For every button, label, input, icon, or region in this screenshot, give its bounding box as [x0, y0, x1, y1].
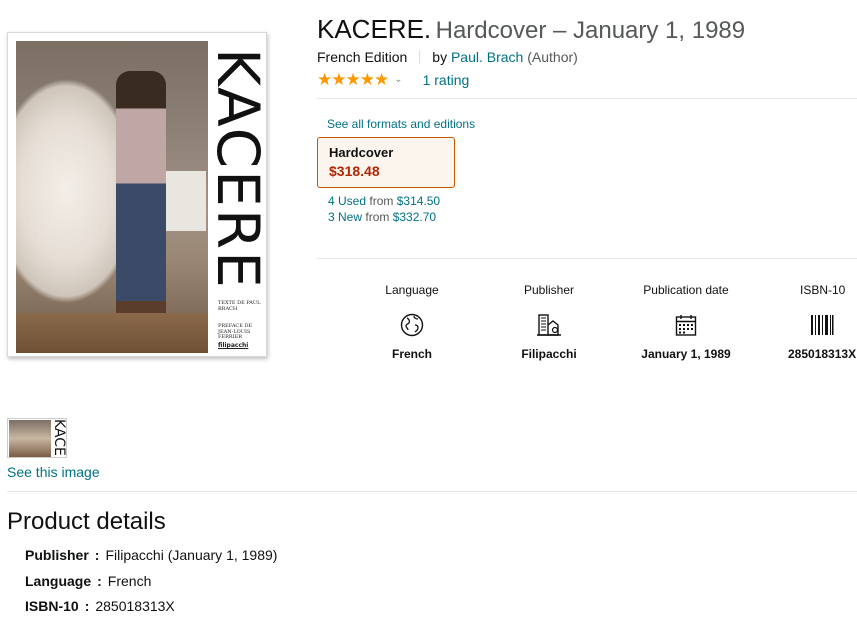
detail-value: French	[107, 572, 152, 589]
see-all-formats-link[interactable]: See all formats and editions	[327, 117, 475, 131]
new-price-link[interactable]: $332.70	[393, 210, 436, 224]
divider	[419, 50, 421, 64]
format-name: Hardcover	[329, 145, 394, 160]
detail-key: ISBN-10	[25, 598, 79, 614]
new-offers-link[interactable]: 3 New	[328, 210, 362, 224]
detail-value: Filipacchi (January 1, 1989)	[105, 547, 278, 563]
edition-label: French Edition	[317, 49, 408, 65]
used-offers-link[interactable]: 4 Used	[328, 194, 366, 208]
new-from-label: from	[365, 210, 390, 224]
detail-row: Publisher: Filipacchi (January 1, 1989)	[25, 547, 278, 563]
used-price-link[interactable]: $314.50	[397, 194, 440, 208]
cover-publisher-logo: filipacchi	[218, 342, 249, 349]
author-role: (Author)	[527, 49, 578, 65]
cover-title: KACERE	[204, 48, 267, 290]
offers: 4 Used from $314.50 3 New from $332.70	[328, 193, 440, 225]
divider	[317, 98, 857, 99]
detail-row: Language: French	[25, 572, 152, 589]
rating-count-link[interactable]: 1 rating	[423, 72, 470, 88]
title-main: KACERE.	[317, 14, 432, 44]
author-link[interactable]: Paul. Brach	[451, 49, 523, 65]
thumbnail-title: KACE	[51, 419, 67, 456]
attribute-value: French	[391, 347, 432, 361]
product-details-heading: Product details	[7, 508, 166, 535]
attribute-language: Language French	[337, 283, 487, 361]
attribute-value: January 1, 1989	[641, 347, 731, 361]
detail-row: ISBN-10:285018313X	[25, 598, 175, 614]
product-title: KACERE. Hardcover – January 1, 1989	[317, 14, 745, 45]
rating-row: ★★★★★ ⌄ 1 rating	[317, 71, 469, 88]
attribute-isbn10: ISBN-10 285018313X	[748, 283, 857, 361]
title-format-date: Hardcover – January 1, 1989	[435, 17, 746, 44]
format-option-hardcover[interactable]: Hardcover $318.48	[317, 137, 455, 188]
star-rating[interactable]: ★★★★★	[317, 71, 389, 88]
detail-key: Language	[25, 572, 92, 589]
format-price: $318.48	[329, 163, 380, 179]
attribute-label: Language	[385, 283, 439, 297]
detail-row: ISBN-13:978-2850183137	[25, 620, 277, 625]
attribute-value: Filipacchi	[521, 347, 577, 361]
attribute-publisher: Publisher Filipacchi	[474, 283, 624, 361]
detail-value: 285018313X	[95, 598, 175, 614]
book-cover-image[interactable]: KACERE TEXTE DE PAUL BRACH PREFACE DE JE…	[7, 32, 267, 357]
byline: French Edition by Paul. Brach (Author)	[317, 49, 578, 65]
building-icon	[474, 311, 624, 339]
attribute-label: Publication date	[643, 283, 729, 297]
product-details-list: Publisher: Filipacchi (January 1, 1989) L…	[25, 543, 277, 625]
attribute-label: ISBN-10	[800, 283, 846, 297]
divider	[7, 491, 857, 492]
globe-icon	[337, 311, 487, 339]
attribute-value: 285018313X	[788, 347, 857, 361]
barcode-icon	[748, 311, 857, 339]
divider	[317, 258, 857, 259]
cover-credit-preface: PREFACE DE JEAN-LOUIS FERRIER	[218, 323, 253, 340]
attribute-publication-date: Publication date January 1, 1989	[611, 283, 761, 361]
see-this-image-link[interactable]: See this image	[7, 464, 100, 480]
used-from-label: from	[369, 194, 394, 208]
thumbnail-image[interactable]: KACE	[7, 418, 67, 458]
detail-key: Publisher	[25, 547, 89, 563]
attribute-label: Publisher	[523, 283, 575, 297]
chevron-down-icon[interactable]: ⌄	[394, 74, 402, 85]
by-prefix: by	[432, 49, 448, 65]
calendar-icon	[611, 311, 761, 339]
cover-credit-author: TEXTE DE PAUL BRACH	[218, 300, 261, 312]
cover-photo	[16, 41, 208, 353]
